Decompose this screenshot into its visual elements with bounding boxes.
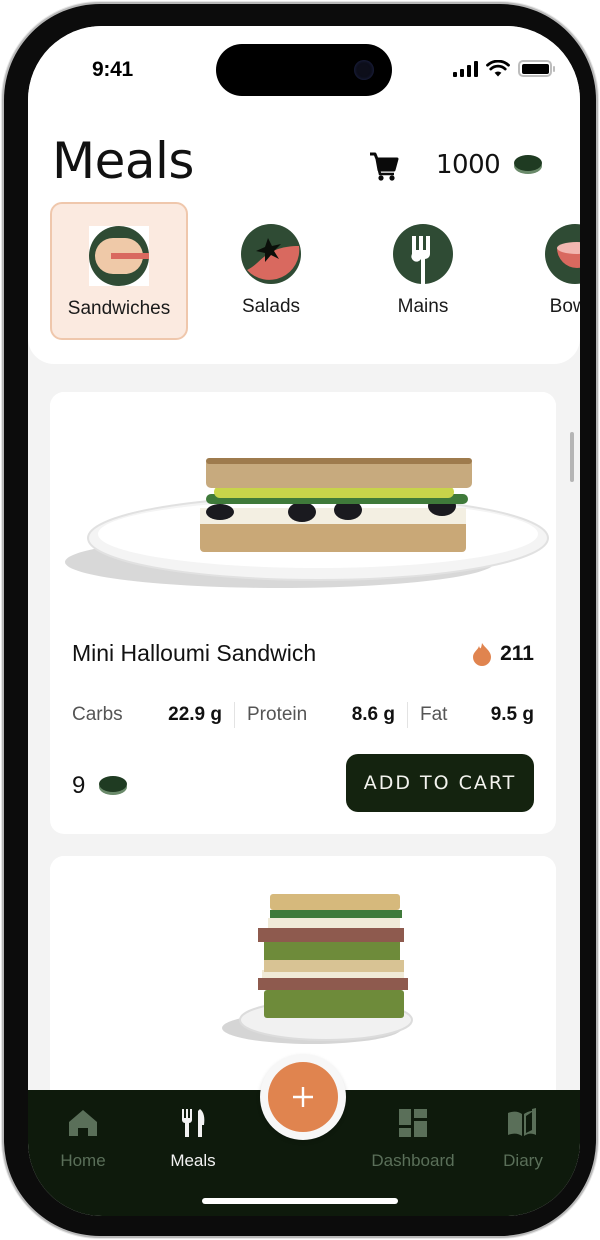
meal-calories: 211 [472, 642, 534, 666]
calories-value: 211 [500, 642, 534, 665]
cart-button[interactable] [368, 150, 400, 182]
tomato-icon [241, 224, 301, 284]
category-carousel[interactable]: Sandwiches Salads Mains Bow [28, 202, 580, 342]
nav-label: Dashboard [371, 1151, 455, 1170]
divider [407, 702, 408, 728]
nav-meals[interactable]: Meals [138, 1106, 248, 1171]
sandwich-icon [89, 226, 149, 286]
dashboard-icon [399, 1109, 427, 1137]
book-icon [508, 1108, 536, 1136]
home-icon [69, 1110, 97, 1136]
bowl-icon [545, 224, 580, 284]
scrollbar[interactable] [570, 432, 574, 482]
coin-balance-value: 1000 [436, 150, 501, 180]
home-indicator[interactable] [202, 1198, 398, 1204]
nav-dashboard[interactable]: Dashboard [358, 1106, 468, 1171]
app-screen: 9:41 Meals 1000 Sandwiches Salads Mains … [28, 26, 580, 1216]
nav-home[interactable]: Home [28, 1106, 138, 1171]
coin-balance[interactable]: 1000 [436, 150, 543, 180]
plus-icon [293, 1087, 313, 1107]
kcal-flame-icon [473, 643, 492, 666]
macro-label: Fat [420, 704, 448, 725]
category-mains[interactable]: Mains [354, 202, 492, 340]
macro-protein: Protein 8.6 g [247, 704, 395, 726]
page-title: Meals [52, 132, 194, 190]
coin-icon [514, 155, 543, 171]
divider [234, 702, 235, 728]
halloumi-sandwich-photo [50, 392, 556, 624]
macro-value: 8.6 g [351, 704, 395, 725]
shopping-cart-icon [370, 152, 399, 181]
meal-price: 9 [72, 772, 128, 800]
phone-frame: 9:41 Meals 1000 Sandwiches Salads Mains … [4, 4, 596, 1236]
category-label: Sandwiches [67, 298, 171, 319]
category-sandwiches[interactable]: Sandwiches [50, 202, 188, 340]
category-bowls[interactable]: Bowls [506, 202, 580, 340]
category-salads[interactable]: Salads [202, 202, 340, 340]
category-label: Mains [397, 296, 449, 317]
macro-carbs: Carbs 22.9 g [72, 704, 222, 726]
meal-card[interactable]: Mini Halloumi Sandwich 211 Carbs 22.9 g … [50, 392, 556, 834]
dynamic-island [216, 44, 392, 96]
macros-row: Carbs 22.9 g Protein 8.6 g Fat 9.5 g [72, 700, 534, 730]
wifi-icon [486, 60, 510, 77]
nav-label: Home [60, 1151, 106, 1170]
add-fab-button[interactable] [268, 1062, 338, 1132]
cellular-signal-icon [453, 60, 478, 77]
meals-header: Meals 1000 Sandwiches Salads Mains Bow [28, 110, 580, 364]
coin-icon [99, 776, 128, 792]
macro-fat: Fat 9.5 g [420, 704, 534, 726]
macro-label: Carbs [72, 704, 123, 725]
add-to-cart-button[interactable]: ADD TO CART [346, 754, 534, 812]
status-bar: 9:41 [28, 26, 580, 110]
camera-icon [354, 60, 374, 80]
fork-icon [393, 224, 453, 284]
fab-container [260, 1054, 346, 1140]
nav-diary[interactable]: Diary [468, 1106, 578, 1171]
price-value: 9 [72, 772, 86, 799]
category-label: Bowls [549, 296, 580, 317]
meal-name: Mini Halloumi Sandwich [72, 640, 317, 666]
fork-knife-icon [182, 1109, 205, 1137]
category-label: Salads [241, 296, 301, 317]
status-time: 9:41 [92, 58, 133, 81]
status-icons [453, 60, 555, 77]
macro-value: 22.9 g [168, 704, 222, 725]
nav-label: Diary [503, 1151, 543, 1170]
battery-icon [518, 60, 555, 77]
macro-value: 9.5 g [490, 704, 534, 725]
nav-label: Meals [170, 1151, 216, 1170]
macro-label: Protein [247, 704, 308, 725]
